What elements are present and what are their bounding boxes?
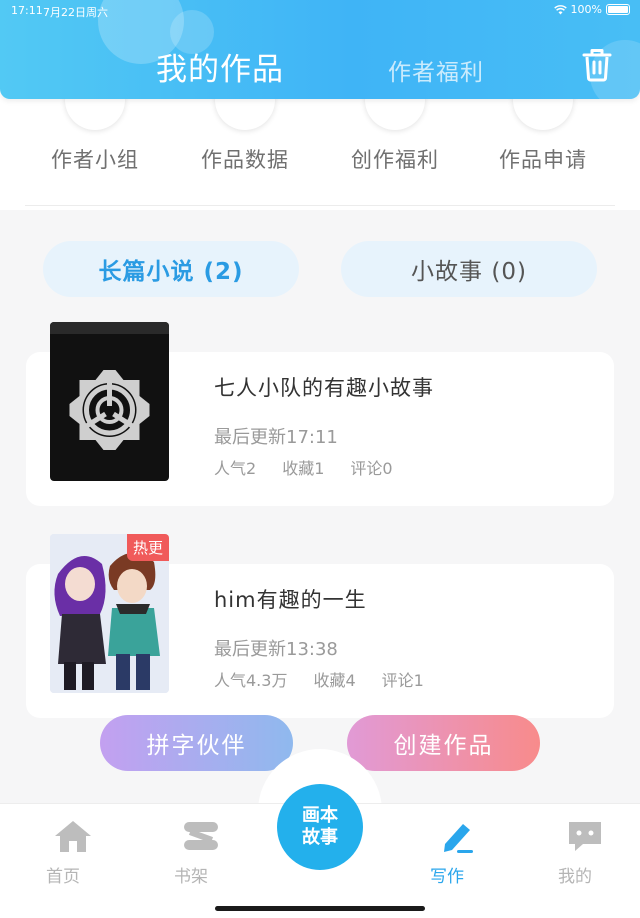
tab-author-benefits[interactable]: 作者福利: [388, 53, 484, 87]
nav-label: 写作: [430, 867, 464, 887]
chat-profile-icon: [569, 822, 601, 851]
home-icon: [55, 821, 91, 852]
nav-label: 我的: [558, 867, 592, 887]
work-stats: 人气2 收藏1 评论0: [214, 455, 419, 479]
status-date: 7月22日周六: [43, 6, 108, 19]
work-cover-image[interactable]: [50, 322, 169, 481]
work-favorites: 收藏4: [313, 671, 356, 690]
divider: [25, 205, 615, 206]
quick-item-label: 作品数据: [201, 148, 289, 172]
work-popularity: 人气2: [214, 459, 257, 478]
hot-update-badge: 热更: [126, 534, 169, 561]
status-time: 17:11: [11, 4, 43, 17]
nav-item-mine[interactable]: 我的: [535, 818, 615, 887]
partner-button[interactable]: 拼字伙伴: [100, 715, 293, 771]
tab-short-story[interactable]: 小故事 (0): [341, 241, 597, 297]
work-favorites: 收藏1: [282, 459, 325, 478]
nav-center-line1: 画本: [302, 805, 338, 826]
create-work-button[interactable]: 创建作品: [347, 715, 540, 771]
work-title[interactable]: him有趣的一生: [214, 584, 367, 614]
tab-long-novel[interactable]: 长篇小说 (2): [43, 241, 299, 297]
home-indicator: [215, 906, 425, 911]
app-header: 17:11 7月22日周六 100% 我的作品 作者福利: [0, 0, 640, 99]
nav-label: 首页: [46, 867, 80, 887]
quick-item-label: 创作福利: [351, 148, 439, 172]
quick-item-label: 作品申请: [499, 148, 587, 172]
nav-label: 书架: [174, 867, 208, 887]
work-updated-time: 最后更新13:38: [214, 639, 338, 660]
nav-item-write[interactable]: 写作: [407, 818, 487, 887]
nav-center-line2: 故事: [302, 827, 338, 848]
work-stats: 人气4.3万 收藏4 评论1: [214, 667, 450, 691]
nav-item-shelf[interactable]: 书架: [151, 818, 231, 887]
work-popularity: 人气4.3万: [214, 671, 288, 690]
quick-item-label: 作者小组: [51, 148, 139, 172]
picture-story-button[interactable]: 画本 故事: [277, 784, 363, 870]
nav-item-home[interactable]: 首页: [23, 818, 103, 887]
work-title[interactable]: 七人小队的有趣小故事: [214, 372, 434, 402]
tab-my-works[interactable]: 我的作品: [156, 44, 284, 89]
work-comments: 评论0: [350, 459, 393, 478]
wifi-icon: [553, 4, 567, 14]
work-comments: 评论1: [381, 671, 424, 690]
status-indicators: 100%: [553, 3, 630, 16]
pen-icon: [444, 824, 473, 853]
work-cover-image[interactable]: 热更: [50, 534, 169, 693]
trash-icon[interactable]: [582, 48, 612, 82]
scp-logo-icon: [50, 322, 169, 450]
work-updated-time: 最后更新17:11: [214, 427, 338, 448]
bookshelf-icon: [184, 822, 218, 850]
battery-percent: 100%: [570, 3, 602, 16]
battery-icon: [606, 4, 630, 15]
